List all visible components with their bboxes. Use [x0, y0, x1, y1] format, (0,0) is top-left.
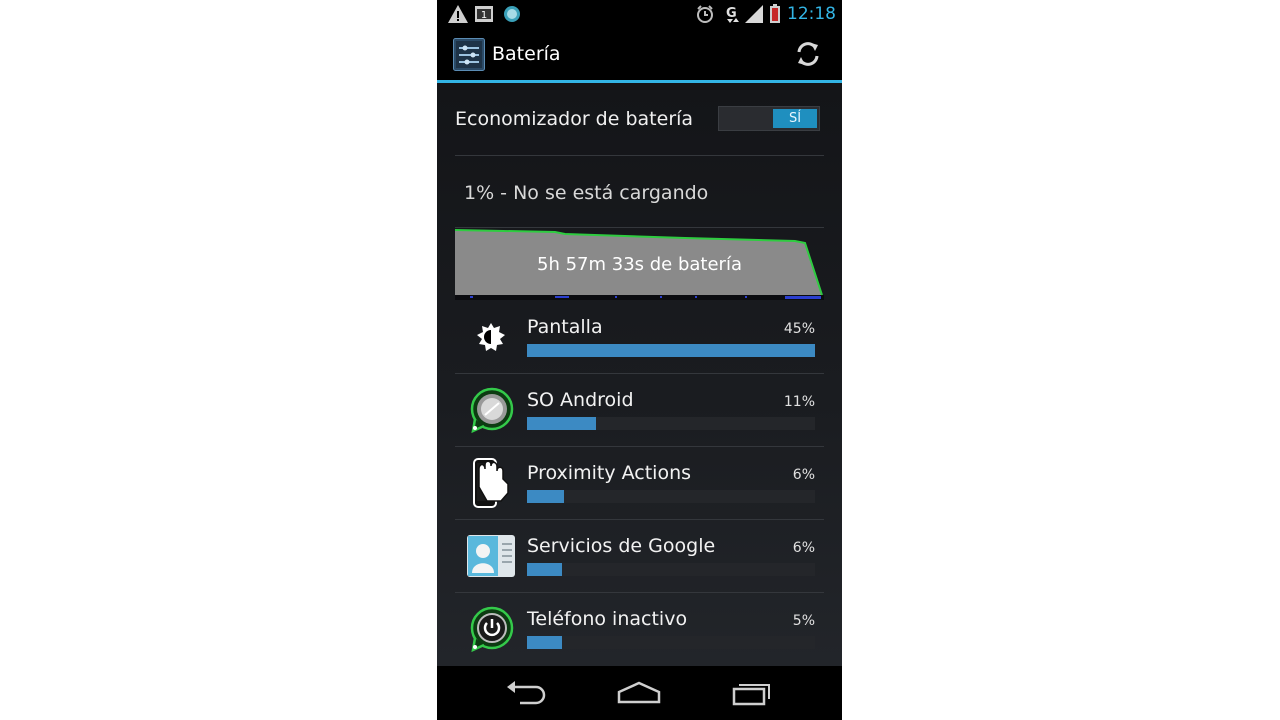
android-os-icon [470, 387, 514, 434]
usage-name: Pantalla [527, 316, 603, 338]
usage-bar-fill [527, 563, 562, 576]
usage-bar [527, 417, 815, 430]
navigation-bar [437, 666, 842, 720]
usage-item-pantalla[interactable]: Pantalla 45% [455, 301, 824, 374]
svg-text:G: G [726, 6, 737, 21]
usage-name: Servicios de Google [527, 535, 716, 557]
battery-saver-label: Economizador de batería [455, 108, 694, 130]
usage-percent: 45% [783, 321, 815, 337]
phone-screen: 1 G 12:18 Batería Economizador de baterí… [437, 0, 842, 720]
usage-bar [527, 490, 815, 503]
usage-bar [527, 636, 815, 649]
settings-app-icon[interactable] [453, 38, 485, 71]
action-bar-divider [437, 80, 842, 83]
usage-name: Proximity Actions [527, 462, 692, 484]
status-clock: 12:18 [787, 4, 836, 24]
home-icon[interactable] [614, 678, 664, 708]
usage-bar-fill [527, 490, 565, 503]
action-bar: Batería [437, 29, 842, 80]
battery-time-label: 5h 57m 33s de batería [537, 254, 742, 275]
usage-name: Teléfono inactivo [527, 608, 688, 630]
recents-icon[interactable] [727, 678, 777, 708]
data-g-icon: G [726, 6, 739, 23]
hand-phone-icon [473, 458, 509, 508]
page-title: Batería [492, 43, 561, 65]
warning-icon [448, 5, 468, 23]
usage-item-telefono-inactivo[interactable]: Teléfono inactivo 5% [455, 593, 824, 666]
power-icon [470, 606, 514, 653]
usage-item-so-android[interactable]: SO Android 11% [455, 374, 824, 447]
battery-saver-toggle[interactable]: SÍ [718, 106, 820, 131]
toggle-on-label: SÍ [773, 109, 817, 128]
usage-bar [527, 563, 815, 576]
signal-icon [745, 5, 763, 23]
app-notification-icon [504, 6, 520, 22]
usage-bar-fill [527, 417, 597, 430]
usage-percent: 5% [792, 613, 815, 629]
back-icon[interactable] [502, 678, 552, 708]
usage-bar-fill [527, 636, 562, 649]
svg-text:1: 1 [481, 10, 487, 21]
usage-item-proximity-actions[interactable]: Proximity Actions 6% [455, 447, 824, 520]
refresh-icon[interactable] [793, 39, 823, 69]
google-services-icon [467, 535, 515, 577]
usage-percent: 6% [792, 467, 815, 483]
alarm-icon [697, 5, 713, 23]
usage-percent: 11% [783, 394, 815, 410]
status-bar: 1 G 12:18 [437, 0, 842, 29]
divider [455, 155, 824, 156]
sim-icon: 1 [475, 6, 493, 22]
usage-bar [527, 344, 815, 357]
brightness-icon [477, 323, 505, 351]
usage-bar-fill [527, 344, 815, 357]
usage-item-servicios-de-google[interactable]: Servicios de Google 6% [455, 520, 824, 593]
usage-name: SO Android [527, 389, 634, 411]
usage-percent: 6% [792, 540, 815, 556]
battery-status: 1% - No se está cargando [464, 182, 709, 204]
battery-low-icon [770, 4, 780, 23]
